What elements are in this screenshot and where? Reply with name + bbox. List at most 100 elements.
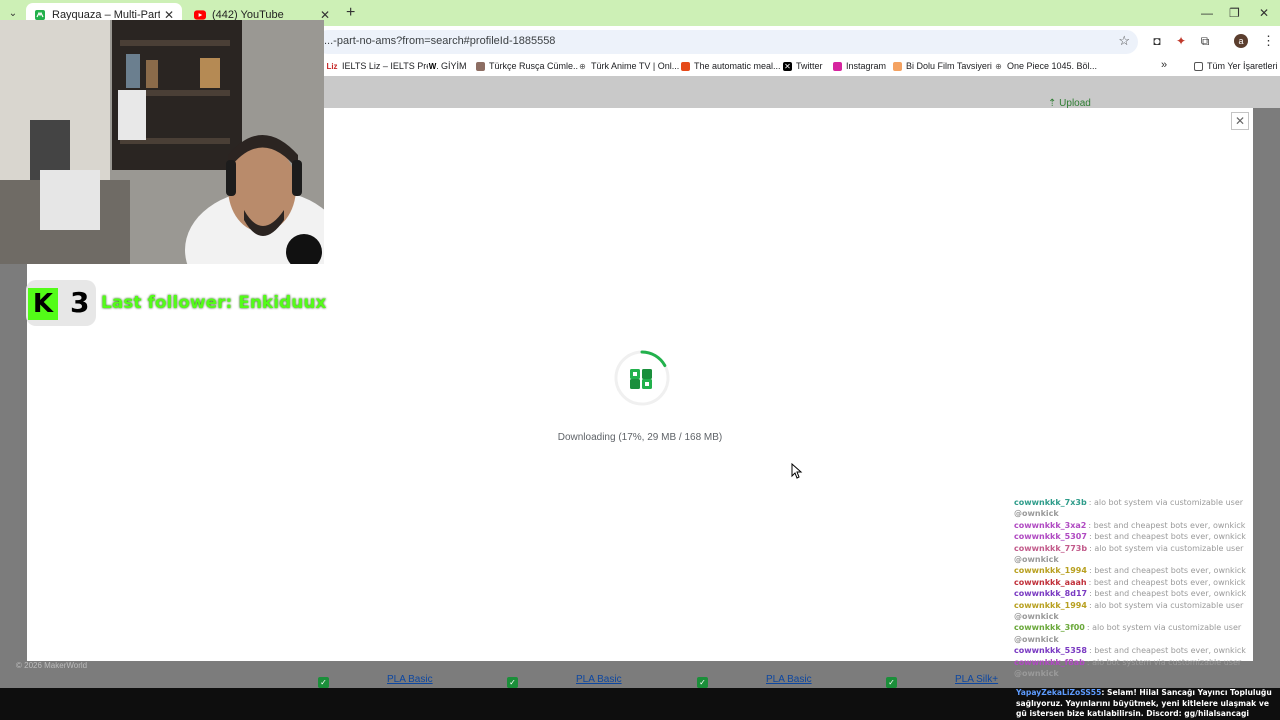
chat-message: : best and cheapest bots ever, ownkick [1088,646,1246,656]
chat-username: YapayZekaLiZoSS55 [1016,688,1102,697]
chat-username: cowwnkkk_f8ab [1014,657,1085,667]
chat-line: cowwnkkk_3xa2: best and cheapest bots ev… [1014,520,1280,531]
minimize-icon[interactable]: — [1201,6,1213,20]
film-icon [893,61,902,71]
mouse-cursor-icon [791,463,803,479]
folder-icon [1194,61,1203,71]
chat-line: @ownkick [1014,611,1280,622]
filament-label: PLA Silk+ [955,674,999,685]
webcam-image [0,20,324,264]
chat-message: : best and cheapest bots ever, ownkick [1088,532,1246,542]
extensions-puzzle-icon[interactable]: ⧉ [1198,34,1212,48]
download-status-text: Downloading (17%, 29 MB / 168 MB) [557,432,723,443]
chat-username: cowwnkkk_5358 [1014,646,1087,656]
chat-line: cowwnkkk_3f00: alo bot system via custom… [1014,622,1280,633]
check-icon: ✓ [886,677,897,688]
tab-title: Rayquaza – Multi-Part (No AMS [52,8,160,21]
last-follower-widget: K 3 Last follower: Enkiduux [26,280,326,326]
bookmark-item[interactable]: Türkçe Rusça Cümle... [476,61,581,71]
metamask-icon[interactable]: ✦ [1174,34,1188,48]
profile-avatar[interactable]: a [1234,34,1248,48]
chat-line: cowwnkkk_1994: best and cheapest bots ev… [1014,565,1280,576]
liz-icon: Liz [326,61,338,71]
pinned-chat-message: YapayZekaLiZoSS55: Selam! Hilal Sancağı … [1016,688,1280,720]
chat-line: @ownkick [1014,634,1280,645]
book-icon [476,61,485,71]
chat-message: : alo bot system via customizable user [1088,600,1244,610]
chat-message: : alo bot system via customizable user [1089,543,1244,553]
follower-count: 3 [70,286,90,319]
chat-line: cowwnkkk_f8ab: alo bot system via custom… [1014,657,1280,668]
download-spinner [614,350,670,406]
all-bookmarks-folder[interactable]: Tüm Yer İşaretleri [1194,61,1278,71]
check-icon: ✓ [507,677,518,688]
kick-k-icon: K [28,288,58,320]
youtube-icon [194,9,206,21]
kick-logo: K 3 [26,280,96,326]
chat-username: cowwnkkk_7x3b [1014,498,1087,507]
makerworld-favicon-icon [34,9,46,21]
check-icon: ✓ [318,677,329,688]
chat-line: cowwnkkk_5307: best and cheapest bots ev… [1014,531,1280,542]
w-icon: W [428,61,437,71]
browser-menu-icon[interactable]: ⋮ [1262,33,1275,49]
bookmark-item[interactable]: Liz IELTS Liz – IELTS Pre... [326,61,439,71]
bookmarks-overflow-icon[interactable]: » [1161,59,1167,71]
globe-icon: ⊕ [994,61,1003,71]
chat-line: cowwnkkk_5358: best and cheapest bots ev… [1014,645,1280,656]
new-tab-button[interactable]: + [346,4,355,22]
chat-username: cowwnkkk_1994 [1014,600,1087,610]
chat-message: : best and cheapest bots ever, ownkick [1089,589,1247,599]
tab-title: (442) YouTube [212,8,284,21]
webcam-overlay [0,20,324,264]
stream-chat-overlay: cowwnkkk_7x3b: alo bot system via custom… [1014,497,1280,688]
chat-message: : alo bot system via customizable user [1086,623,1242,633]
bookmark-item[interactable]: The automatic meal... [681,61,781,71]
chat-message: : alo bot system via customizable user [1088,498,1244,507]
chat-username: @ownkick [1014,612,1059,622]
chat-username: cowwnkkk_aaah [1014,577,1087,587]
globe-icon: ⊕ [578,61,587,71]
chat-line: @ownkick [1014,508,1280,519]
chat-message: : best and cheapest bots ever, ownkick [1088,577,1246,587]
bookmark-item[interactable]: ⊕ Türk Anime TV | Onl... [578,61,679,71]
chat-username: @ownkick [1014,555,1059,565]
chat-username: cowwnkkk_1994 [1014,566,1087,576]
bookmark-item[interactable]: Bi Dolu Film Tavsiyeri [893,61,992,71]
last-follower-text: Last follower: Enkiduux [101,293,327,313]
check-icon: ✓ [697,677,708,688]
chat-message: : alo bot system via customizable user [1086,657,1242,667]
instagram-icon [833,61,842,71]
window-close-icon[interactable]: ✕ [1259,6,1269,20]
chat-line: @ownkick [1014,668,1280,679]
modal-close-button[interactable]: ✕ [1231,112,1249,130]
chat-username: cowwnkkk_3xa2 [1014,520,1087,530]
bookmark-item[interactable]: W GİYİM [428,61,467,71]
extension-icon[interactable]: ◘ [1150,34,1164,48]
chat-username: cowwnkkk_773b [1014,543,1088,553]
url-text: ...-part-no-ams?from=search#profileId-18… [324,35,556,47]
bookmark-item[interactable]: ⊕ One Piece 1045. Böl... [994,61,1097,71]
chat-username: @ownkick [1014,509,1059,519]
chat-username: cowwnkkk_5307 [1014,532,1087,542]
address-bar[interactable]: ...-part-no-ams?from=search#profileId-18… [316,30,1138,54]
chat-username: @ownkick [1014,634,1059,644]
chat-message: : best and cheapest bots ever, ownkick [1088,520,1246,530]
restore-icon[interactable]: ❐ [1229,6,1240,20]
x-icon: ✕ [783,61,792,71]
chat-line: cowwnkkk_773b: alo bot system via custom… [1014,543,1280,554]
chat-username: cowwnkkk_3f00 [1014,623,1085,633]
bookmark-item[interactable]: ✕ Twitter [783,61,823,71]
meal-icon [681,61,690,71]
copyright-text: © 2026 MakerWorld [16,661,88,670]
chat-username: cowwnkkk_8d17 [1014,589,1088,599]
filament-label: PLA Basic [576,674,622,685]
chat-line: @ownkick [1014,554,1280,565]
chat-username: @ownkick [1014,669,1059,679]
bookmark-item[interactable]: Instagram [833,61,886,71]
bookmark-star-icon[interactable]: ☆ [1118,33,1130,49]
chat-line: cowwnkkk_7x3b: alo bot system via custom… [1014,497,1280,508]
chat-line: cowwnkkk_aaah: best and cheapest bots ev… [1014,577,1280,588]
chat-line: cowwnkkk_1994: alo bot system via custom… [1014,600,1280,611]
filament-label: PLA Basic [387,674,433,685]
